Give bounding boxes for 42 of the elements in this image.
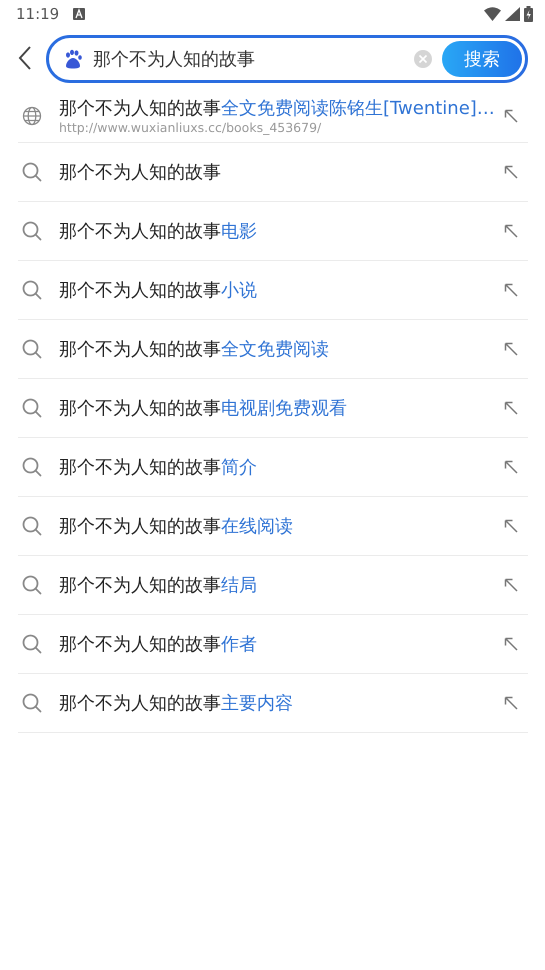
fill-in-arrow-icon[interactable]	[504, 519, 518, 533]
fill-in-arrow-icon[interactable]	[504, 460, 518, 474]
search-button[interactable]: 搜索	[442, 41, 522, 77]
search-icon	[22, 339, 42, 359]
suggestion-text[interactable]: 那个不为人知的故事在线阅读	[59, 514, 498, 538]
search-icon	[22, 280, 42, 300]
search-icon	[22, 693, 42, 713]
fill-in-arrow-icon[interactable]	[504, 637, 518, 651]
fill-in-arrow-icon[interactable]	[504, 108, 518, 122]
keyboard-notification-icon	[73, 8, 86, 20]
fill-in-arrow-icon[interactable]	[504, 283, 518, 297]
suggestion-url: http://www.wuxianliuxs.cc/books_453679/	[59, 120, 322, 135]
search-icon	[22, 457, 42, 477]
search-icon	[22, 221, 42, 241]
fill-in-arrow-icon[interactable]	[504, 696, 518, 710]
search-icon	[22, 398, 42, 418]
fill-in-arrow-icon[interactable]	[504, 578, 518, 592]
globe-icon	[22, 106, 42, 126]
suggestion-text[interactable]: 那个不为人知的故事主要内容	[59, 691, 498, 715]
paw-icon	[63, 49, 83, 69]
fill-in-arrow-icon[interactable]	[504, 165, 518, 179]
suggestion-text[interactable]: 那个不为人知的故事电影	[59, 219, 498, 243]
suggestion-text[interactable]: 那个不为人知的故事结局	[59, 573, 498, 597]
suggestion-text[interactable]: 那个不为人知的故事简介	[59, 455, 498, 479]
signal-icon	[505, 6, 520, 20]
suggestion-text[interactable]: 那个不为人知的故事作者	[59, 632, 498, 656]
wifi-icon	[484, 6, 501, 20]
fill-in-arrow-icon[interactable]	[504, 224, 518, 238]
suggestion-text[interactable]: 那个不为人知的故事全文免费阅读	[59, 337, 498, 361]
suggestion-text[interactable]: 那个不为人知的故事全文免费阅读陈铭生[Twentine]…	[59, 96, 498, 120]
suggestion-text[interactable]: 那个不为人知的故事电视剧免费观看	[59, 396, 498, 420]
search-icon	[22, 575, 42, 595]
search-icon	[22, 634, 42, 654]
suggestion-text[interactable]: 那个不为人知的故事	[59, 160, 498, 184]
status-time: 11:19	[16, 4, 60, 22]
fill-in-arrow-icon[interactable]	[504, 401, 518, 415]
search-icon	[22, 516, 42, 536]
battery-icon	[524, 6, 533, 22]
search-field[interactable]: 那个不为人知的故事 搜索	[46, 35, 528, 83]
fill-in-arrow-icon[interactable]	[504, 342, 518, 356]
search-icon	[22, 162, 42, 182]
suggestion-text[interactable]: 那个不为人知的故事小说	[59, 278, 498, 302]
